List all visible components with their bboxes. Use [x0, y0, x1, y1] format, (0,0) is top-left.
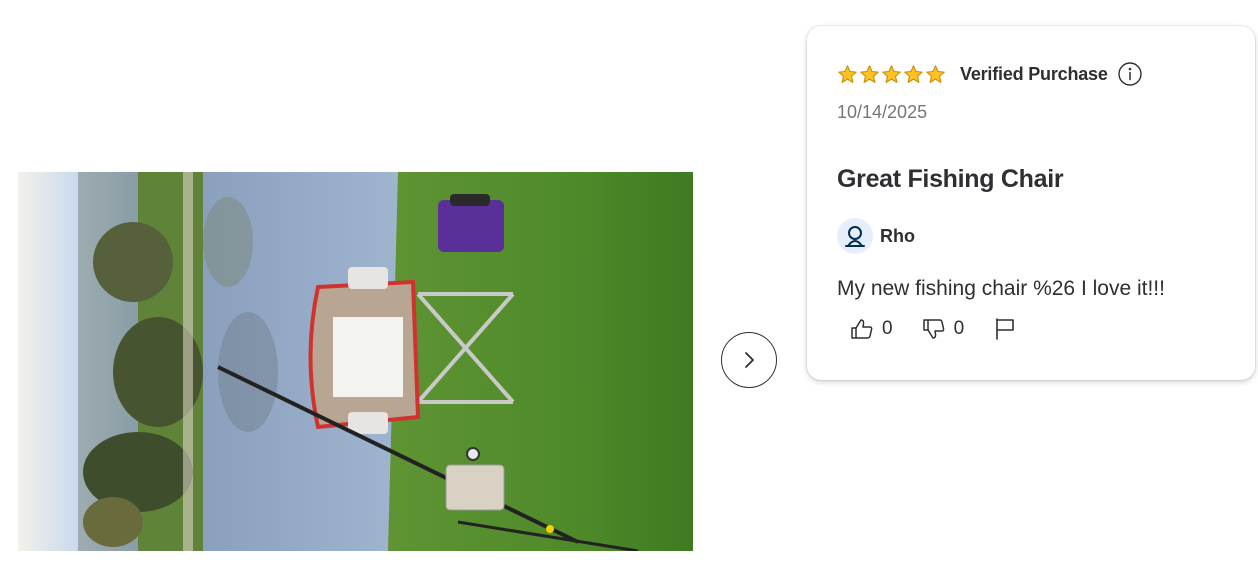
star-icon [838, 64, 857, 83]
verified-purchase-label: Verified Purchase [960, 63, 1108, 84]
review-actions: 0 0 [849, 316, 1018, 342]
rating-row: Verified Purchase [837, 60, 1143, 88]
reviewer-name: Rho [880, 225, 915, 246]
reviewer: Rho [837, 218, 915, 254]
report-review-button[interactable] [992, 316, 1018, 342]
not-helpful-count: 0 [953, 318, 965, 339]
review-card: Verified Purchase 10/14/2025 Great Fishi… [807, 26, 1255, 380]
review-title: Great Fishing Chair [837, 165, 1064, 193]
helpful-count: 0 [882, 318, 893, 339]
star-icon [926, 64, 945, 83]
review-media-viewer: Verified Purchase 10/14/2025 Great Fishi… [0, 0, 1258, 574]
flag-icon [996, 318, 1014, 340]
avatar [837, 218, 873, 254]
not-helpful-button[interactable]: 0 [921, 316, 965, 342]
review-photo [18, 172, 693, 551]
next-image-button[interactable] [721, 332, 777, 388]
user-icon [845, 226, 865, 247]
star-rating [837, 64, 946, 85]
helpful-button[interactable]: 0 [849, 316, 893, 342]
thumbs-down-icon [922, 319, 944, 339]
star-icon [860, 64, 879, 83]
info-circle-icon[interactable] [1117, 61, 1143, 87]
star-icon [904, 64, 923, 83]
review-photo-image [18, 172, 693, 551]
review-body: My new fishing chair %26 I love it!!! [837, 277, 1165, 300]
thumbs-up-icon [851, 319, 873, 339]
star-icon [882, 64, 901, 83]
chevron-right-icon [745, 352, 754, 368]
review-date: 10/14/2025 [837, 102, 928, 122]
